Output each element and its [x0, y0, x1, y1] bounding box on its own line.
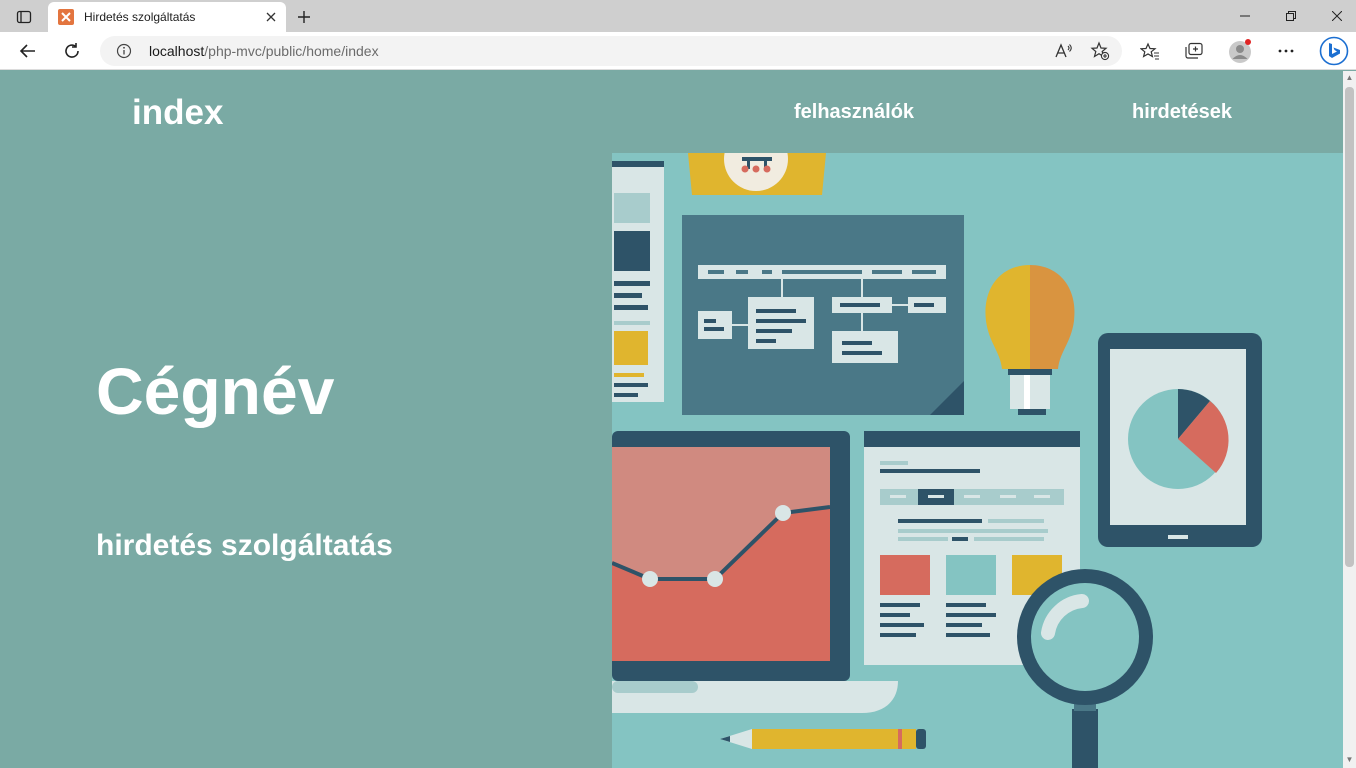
hero-subtitle: hirdetés szolgáltatás: [96, 529, 393, 562]
favicon-icon: [58, 9, 74, 25]
address-toolbar: localhost/php-mvc/public/home/index: [0, 32, 1356, 70]
page-scrollbar[interactable]: ▲ ▼: [1343, 71, 1356, 768]
profile-icon: [1229, 39, 1251, 63]
close-icon: [266, 12, 276, 22]
bing-button[interactable]: [1318, 35, 1350, 67]
bing-icon: [1319, 36, 1349, 66]
minimize-icon: [1240, 15, 1250, 17]
profile-button[interactable]: [1225, 37, 1255, 65]
tab-actions-button[interactable]: [8, 4, 40, 30]
hero-title: Cégnév: [96, 354, 335, 428]
tab-strip: Hirdetés szolgáltatás: [0, 0, 1356, 32]
back-icon: [19, 44, 35, 58]
nav-link-users[interactable]: felhasználók: [794, 101, 914, 124]
restore-button[interactable]: [1268, 0, 1314, 32]
url-bar[interactable]: localhost/php-mvc/public/home/index: [100, 36, 1122, 66]
site-header: index felhasználók hirdetések: [0, 71, 1343, 153]
tab-actions-icon: [16, 10, 32, 24]
url-host: localhost: [149, 43, 205, 59]
minimize-button[interactable]: [1222, 0, 1268, 32]
tablet-graphic: [1098, 333, 1262, 547]
page-viewport: index felhasználók hirdetések Cégnév hir…: [0, 71, 1343, 768]
active-tab[interactable]: Hirdetés szolgáltatás: [48, 2, 286, 32]
restore-icon: [1286, 11, 1296, 21]
tab-title: Hirdetés szolgáltatás: [84, 10, 196, 24]
refresh-icon: [65, 43, 79, 58]
add-favorite-icon: [1090, 41, 1110, 61]
flowchart-board-graphic: [682, 215, 964, 415]
window-close-button[interactable]: [1314, 0, 1356, 32]
back-button[interactable]: [13, 37, 43, 65]
scroll-down-icon[interactable]: ▼: [1345, 755, 1354, 765]
scroll-up-icon[interactable]: ▲: [1345, 73, 1354, 83]
site-logo-link[interactable]: index: [132, 93, 223, 133]
more-button[interactable]: [1271, 37, 1301, 65]
collections-button[interactable]: [1179, 37, 1209, 65]
document-strip-graphic: [612, 161, 664, 402]
hero-illustration: [612, 153, 1343, 768]
refresh-button[interactable]: [57, 37, 87, 65]
new-tab-button[interactable]: [290, 4, 318, 30]
read-aloud-button[interactable]: [1052, 40, 1076, 62]
scroll-thumb[interactable]: [1345, 87, 1354, 567]
nav-link-ads[interactable]: hirdetések: [1132, 101, 1232, 124]
top-card-graphic: [688, 153, 826, 195]
favorites-icon: [1140, 42, 1159, 60]
url-text[interactable]: localhost/php-mvc/public/home/index: [149, 43, 379, 59]
plus-icon: [298, 11, 310, 23]
pencil-graphic: [720, 729, 926, 749]
collections-icon: [1185, 42, 1203, 59]
info-icon[interactable]: [116, 43, 132, 59]
favorites-button[interactable]: [1135, 37, 1165, 65]
window-close-icon: [1332, 11, 1342, 21]
read-aloud-icon: [1055, 43, 1072, 58]
add-favorite-button[interactable]: [1088, 40, 1112, 62]
tab-close-button[interactable]: [262, 8, 280, 26]
url-path: /php-mvc/public/home/index: [204, 43, 379, 59]
more-icon: [1278, 49, 1294, 53]
